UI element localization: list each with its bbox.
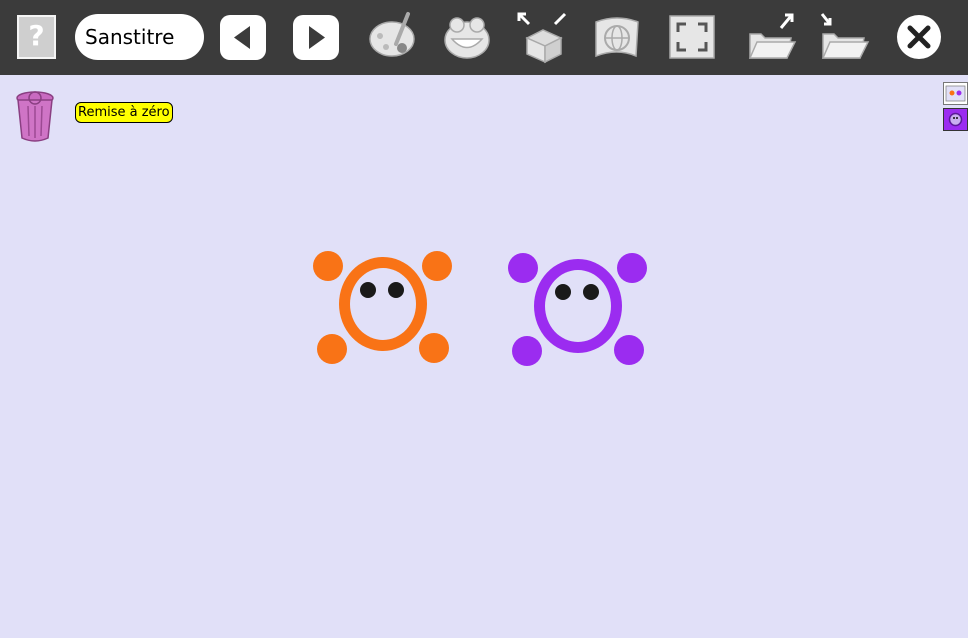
previous-button[interactable]	[220, 15, 266, 60]
paint-editor-button[interactable]	[366, 10, 420, 64]
purple-creature-icon	[508, 253, 647, 366]
next-arrow-icon	[309, 26, 325, 49]
import-button[interactable]	[818, 10, 872, 64]
project-title-field[interactable]: Sanstitre	[75, 14, 204, 60]
previous-arrow-icon	[234, 26, 250, 49]
orange-creature-sprite[interactable]	[310, 246, 455, 368]
orange-creature-icon	[313, 251, 452, 364]
stage-preview-icon	[945, 85, 966, 102]
folder-import-icon	[820, 13, 870, 59]
close-icon	[897, 15, 941, 59]
trash-can[interactable]	[12, 86, 58, 144]
help-button[interactable]: ?	[17, 15, 56, 59]
sprite-library-button[interactable]	[440, 10, 494, 64]
top-toolbar: ? Sanstitre	[0, 0, 968, 75]
next-button[interactable]	[293, 15, 339, 60]
sprite-thumbnail[interactable]	[943, 108, 968, 131]
frog-icon	[444, 17, 490, 59]
paint-brush-palette-icon	[369, 12, 415, 57]
purple-creature-icon	[948, 112, 963, 127]
purple-creature-sprite[interactable]	[505, 248, 650, 370]
fullscreen-icon	[669, 15, 715, 59]
trash-can-icon	[16, 91, 54, 142]
folder-export-icon	[748, 13, 797, 59]
fullscreen-button[interactable]	[665, 10, 719, 64]
export-button[interactable]	[745, 10, 799, 64]
globe-page-icon	[595, 17, 639, 58]
close-button[interactable]	[896, 14, 942, 60]
share-project-button[interactable]	[515, 10, 569, 64]
web-publish-button[interactable]	[590, 10, 644, 64]
box-expand-icon	[517, 12, 567, 64]
stage-thumbnail[interactable]	[943, 82, 968, 105]
reset-button[interactable]: Remise à zéro	[75, 102, 173, 123]
